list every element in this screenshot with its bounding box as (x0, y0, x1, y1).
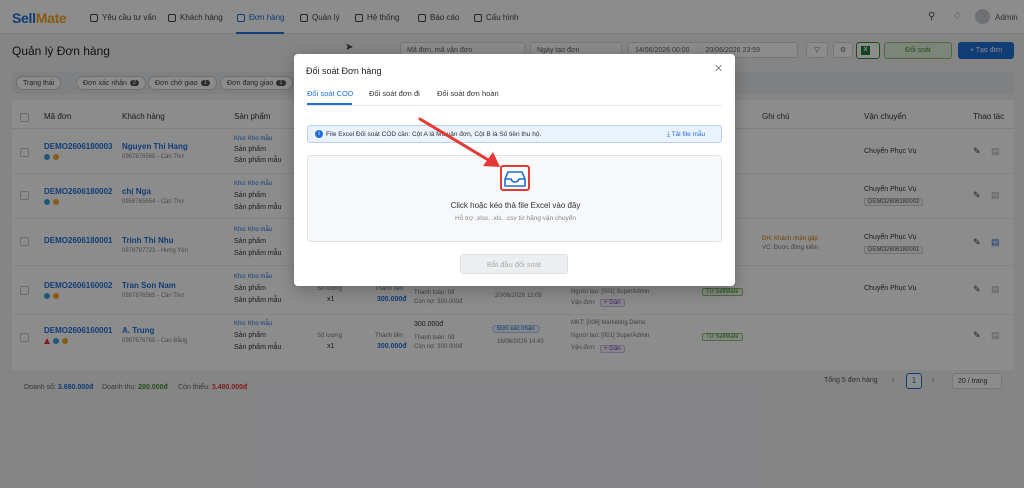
mouse-cursor-icon: ➤ (345, 42, 354, 53)
arrow-annotation (418, 117, 500, 167)
